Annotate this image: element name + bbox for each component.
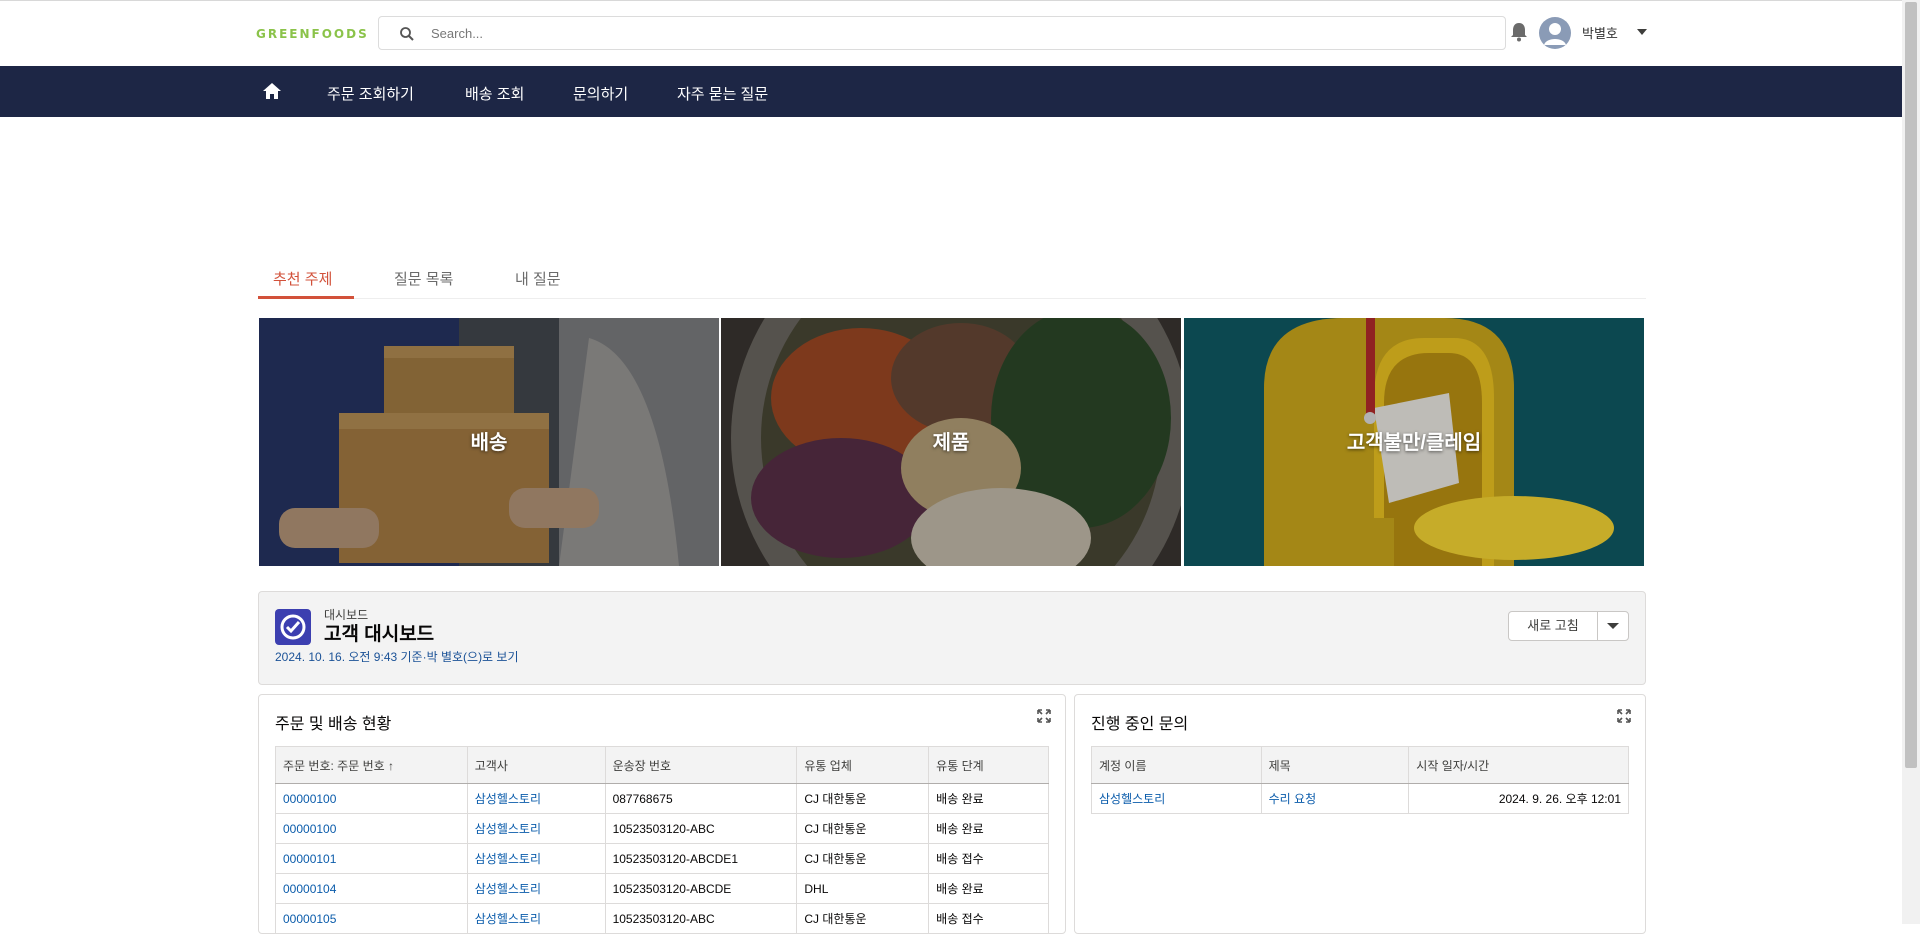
customer-link[interactable]: 삼성헬스토리 [466, 813, 606, 844]
delivery-stage: 배송 완료 [928, 783, 1049, 814]
expand-icon[interactable] [1617, 709, 1631, 723]
tracking-number: 10523503120-ABCDE [604, 873, 798, 904]
search-input[interactable] [429, 23, 1489, 43]
column-header-start-datetime[interactable]: 시작 일자/시간 [1408, 746, 1629, 784]
column-header-order-number[interactable]: 주문 번호: 주문 번호 ↑ [275, 746, 468, 784]
dashboard-title: 고객 대시보드 [324, 624, 435, 645]
customer-link[interactable]: 삼성헬스토리 [466, 873, 606, 904]
orders-table: 주문 번호: 주문 번호 ↑ 고객사 운송장 번호 유통 업체 유통 단계 00… [275, 746, 1049, 933]
scrollbar-thumb[interactable] [1905, 2, 1917, 768]
dashboard-header: 대시보드 고객 대시보드 2024. 10. 16. 오전 9:43 기준·박 … [258, 591, 1646, 685]
inquiries-table: 계정 이름 제목 시작 일자/시간 삼성헬스토리 수리 요청 2024. 9. … [1091, 746, 1629, 814]
dashboard-icon [275, 609, 311, 645]
orders-panel-title: 주문 및 배송 현황 [275, 716, 392, 733]
main-navigation: 주문 조회하기 배송 조회 문의하기 자주 묻는 질문 [0, 66, 1902, 117]
user-avatar[interactable] [1539, 17, 1571, 49]
notification-bell-icon[interactable] [1508, 21, 1530, 43]
top-header: GREENFOODS 박별호 [0, 0, 1902, 66]
column-header-stage[interactable]: 유통 단계 [928, 746, 1049, 784]
customer-link[interactable]: 삼성헬스토리 [466, 783, 606, 814]
table-row: 00000104 삼성헬스토리 10523503120-ABCDE DHL 배송… [275, 873, 1049, 904]
nav-inquiry[interactable]: 문의하기 [573, 83, 628, 104]
tracking-number: 10523503120-ABC [604, 813, 798, 844]
refresh-button[interactable]: 새로 고침 [1508, 611, 1598, 641]
order-number-link[interactable]: 00000105 [275, 903, 468, 933]
table-row: 삼성헬스토리 수리 요청 2024. 9. 26. 오후 12:01 [1091, 783, 1629, 814]
search-bar[interactable] [378, 16, 1506, 50]
chevron-down-icon [1607, 623, 1619, 629]
refresh-options-button[interactable] [1597, 611, 1629, 641]
topic-label-delivery: 배송 [470, 432, 508, 454]
carrier: CJ 대한통운 [796, 903, 930, 933]
tab-my-questions[interactable]: 내 질문 [515, 268, 561, 289]
nav-delivery-lookup[interactable]: 배송 조회 [465, 83, 524, 104]
nav-faq[interactable]: 자주 묻는 질문 [677, 83, 768, 104]
carrier: CJ 대한통운 [796, 843, 930, 874]
table-row: 00000101 삼성헬스토리 10523503120-ABCDE1 CJ 대한… [275, 843, 1049, 874]
chevron-down-icon[interactable] [1636, 27, 1648, 37]
table-row: 00000100 삼성헬스토리 087768675 CJ 대한통운 배송 완료 [275, 783, 1049, 814]
column-header-carrier[interactable]: 유통 업체 [796, 746, 930, 784]
topic-label-products: 제품 [932, 432, 970, 454]
orders-table-header: 주문 번호: 주문 번호 ↑ 고객사 운송장 번호 유통 업체 유통 단계 [275, 746, 1049, 784]
start-datetime: 2024. 9. 26. 오후 12:01 [1408, 783, 1629, 814]
delivery-stage: 배송 완료 [928, 873, 1049, 904]
topic-tile-delivery[interactable]: 배송 [259, 318, 719, 566]
topic-label-complaints: 고객불만/클레임 [1346, 432, 1482, 454]
table-row: 00000100 삼성헬스토리 10523503120-ABC CJ 대한통운 … [275, 813, 1049, 844]
nav-order-lookup[interactable]: 주문 조회하기 [327, 83, 414, 104]
column-header-customer[interactable]: 고객사 [466, 746, 606, 784]
account-name-link[interactable]: 삼성헬스토리 [1091, 783, 1262, 814]
customer-link[interactable]: 삼성헬스토리 [466, 903, 606, 933]
inquiries-panel-title: 진행 중인 문의 [1091, 716, 1189, 733]
greenfoods-logo[interactable]: GREENFOODS [256, 27, 369, 41]
topic-tabs: 추천 주제 질문 목록 내 질문 [258, 262, 1646, 299]
vertical-scrollbar[interactable] [1902, 0, 1920, 924]
tab-question-list[interactable]: 질문 목록 [394, 268, 453, 289]
column-header-tracking-number[interactable]: 운송장 번호 [604, 746, 798, 784]
table-row: 00000105 삼성헬스토리 10523503120-ABC CJ 대한통운 … [275, 903, 1049, 933]
topic-tile-complaints[interactable]: 고객불만/클레임 [1184, 318, 1644, 566]
order-number-link[interactable]: 00000101 [275, 843, 468, 874]
user-name[interactable]: 박별호 [1582, 23, 1618, 42]
tracking-number: 10523503120-ABC [604, 903, 798, 933]
customer-link[interactable]: 삼성헬스토리 [466, 843, 606, 874]
tracking-number: 087768675 [604, 783, 798, 814]
inquiries-table-header: 계정 이름 제목 시작 일자/시간 [1091, 746, 1629, 784]
column-header-account-name[interactable]: 계정 이름 [1091, 746, 1262, 784]
delivery-stage: 배송 접수 [928, 843, 1049, 874]
carrier: CJ 대한통운 [796, 813, 930, 844]
column-header-subject[interactable]: 제목 [1260, 746, 1410, 784]
order-number-link[interactable]: 00000100 [275, 783, 468, 814]
user-avatar-icon [1544, 23, 1566, 45]
search-icon [400, 27, 414, 41]
subject-link[interactable]: 수리 요청 [1260, 783, 1410, 814]
tab-recommended-topics[interactable]: 추천 주제 [273, 268, 332, 289]
delivery-stage: 배송 완료 [928, 813, 1049, 844]
topic-tile-products[interactable]: 제품 [721, 318, 1181, 566]
active-tab-indicator [258, 296, 354, 299]
carrier: DHL [796, 873, 930, 904]
home-icon[interactable] [262, 81, 282, 101]
tracking-number: 10523503120-ABCDE1 [604, 843, 798, 874]
open-inquiries-panel: 진행 중인 문의 계정 이름 제목 시작 일자/시간 삼성헬스토리 수리 요청 … [1074, 694, 1646, 934]
dashboard-view-info[interactable]: 2024. 10. 16. 오전 9:43 기준·박 별호(으)로 보기 [275, 648, 519, 665]
delivery-stage: 배송 접수 [928, 903, 1049, 933]
orders-panel: 주문 및 배송 현황 주문 번호: 주문 번호 ↑ 고객사 운송장 번호 유통 … [258, 694, 1066, 934]
order-number-link[interactable]: 00000100 [275, 813, 468, 844]
expand-icon[interactable] [1037, 709, 1051, 723]
carrier: CJ 대한통운 [796, 783, 930, 814]
order-number-link[interactable]: 00000104 [275, 873, 468, 904]
